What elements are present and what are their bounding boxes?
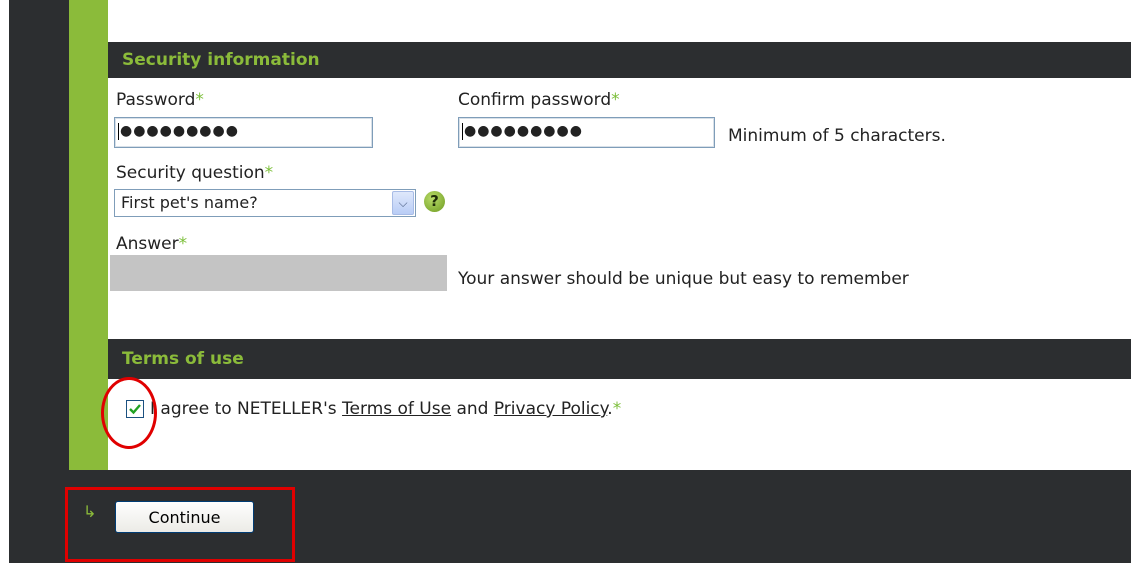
answer-input[interactable] (110, 255, 447, 291)
confirm-password-value: ●●●●●●●●● (464, 123, 583, 139)
text-caret (118, 122, 119, 140)
text-caret (462, 122, 463, 140)
terms-of-use-link[interactable]: Terms of Use (342, 399, 451, 419)
answer-label: Answer* (116, 234, 188, 254)
answer-hint: Your answer should be unique but easy to… (458, 269, 909, 289)
required-marker: * (264, 163, 274, 183)
confirm-password-input[interactable]: ●●●●●●●●● (458, 117, 715, 148)
help-icon[interactable]: ? (424, 191, 445, 212)
terms-section-title: Terms of use (122, 349, 244, 369)
highlight-circle (101, 377, 157, 449)
agree-text-prefix: I agree to NETELLER's (150, 399, 343, 419)
password-hint: Minimum of 5 characters. (728, 126, 946, 146)
required-marker: * (178, 234, 188, 254)
password-input[interactable]: ●●●●●●●●● (114, 117, 373, 148)
agree-text: I agree to NETELLER's Terms of Use and P… (150, 399, 621, 419)
privacy-policy-link[interactable]: Privacy Policy (494, 399, 607, 419)
agree-text-and: and (451, 399, 494, 419)
security-question-value: First pet's name? (121, 193, 258, 212)
highlight-rectangle (65, 487, 295, 562)
confirm-password-label: Confirm password* (458, 90, 620, 110)
required-marker: * (611, 90, 620, 110)
required-marker: * (195, 90, 204, 110)
terms-section-header: Terms of use (108, 339, 1131, 379)
security-question-select[interactable]: First pet's name? ⌵ (114, 189, 416, 217)
security-section-title: Security information (122, 50, 320, 70)
security-question-label: Security question* (116, 163, 274, 183)
chevron-down-icon[interactable]: ⌵ (392, 191, 414, 215)
security-section-header: Security information (108, 42, 1131, 78)
password-value: ●●●●●●●●● (120, 123, 239, 139)
password-label: Password* (116, 90, 204, 110)
required-marker: * (612, 399, 622, 419)
